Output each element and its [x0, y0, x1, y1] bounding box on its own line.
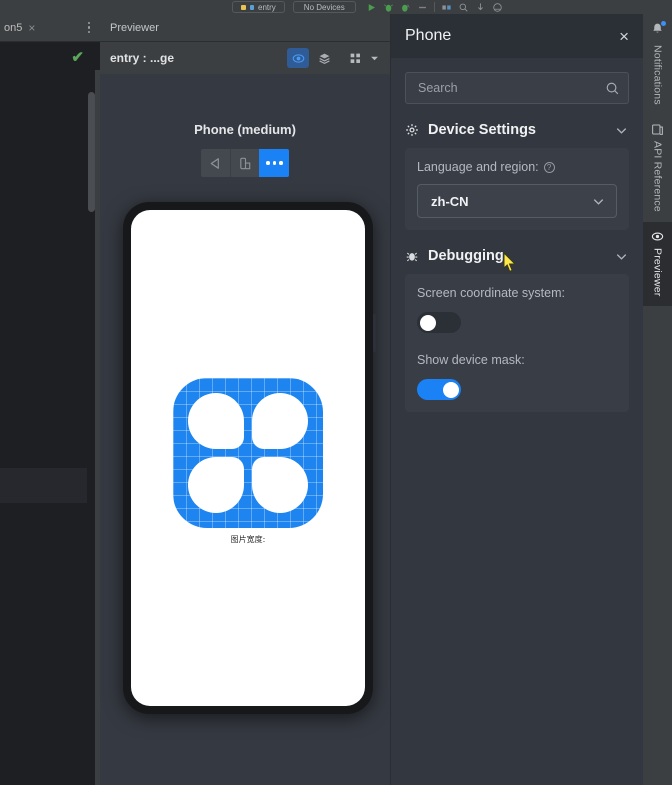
- editor-tab-strip: on5 ×: [0, 14, 100, 42]
- device-toolbar: [201, 149, 289, 177]
- bug-icon: [405, 249, 419, 263]
- toggle-knob: [443, 382, 459, 398]
- search-icon[interactable]: [605, 81, 620, 96]
- layers-icon[interactable]: [313, 48, 335, 68]
- mouse-cursor: [503, 252, 519, 274]
- editor-highlighted-row: [0, 468, 87, 503]
- right-toolstrip: Notifications API Reference Previewer: [643, 14, 672, 785]
- stop-icon[interactable]: [417, 2, 428, 13]
- show-device-mask-toggle[interactable]: [417, 379, 461, 400]
- device-settings-body: Language and region: ? zh-CN: [405, 148, 629, 230]
- app-launcher-icon: [173, 378, 323, 528]
- toggle-knob: [420, 315, 436, 331]
- kebab-dot: [88, 22, 91, 25]
- toolstrip-item-previewer[interactable]: Previewer: [643, 222, 672, 306]
- toolstrip-label: Notifications: [652, 45, 664, 105]
- previewer-panel: Previewer entry : ...ge: [100, 14, 643, 785]
- subtoolbar-actions: [287, 48, 380, 68]
- grid-layout-icon[interactable]: [349, 52, 362, 65]
- toolstrip-item-notifications[interactable]: Notifications: [643, 14, 672, 115]
- search-input[interactable]: [418, 81, 605, 95]
- book-icon: [651, 123, 664, 136]
- toolstrip-item-api-reference[interactable]: API Reference: [643, 115, 672, 222]
- rotate-left-icon[interactable]: [201, 149, 230, 177]
- section-title: Device Settings: [428, 122, 605, 138]
- spacer: [417, 333, 617, 353]
- eye-preview-icon[interactable]: [287, 48, 309, 68]
- language-region-label: Language and region: ?: [417, 160, 617, 174]
- editor-scrollbar[interactable]: [88, 92, 95, 212]
- icon-petal: [252, 393, 308, 449]
- editor-column: on5 × ✔: [0, 14, 100, 785]
- chevron-down-icon[interactable]: [614, 249, 629, 264]
- ellipsis-dots: [266, 161, 283, 165]
- previewer-window: entry No Devices A on5 ×: [0, 0, 672, 785]
- layout-mode-selector[interactable]: [349, 52, 380, 65]
- profile-icon[interactable]: A: [400, 2, 411, 13]
- device-selector-label: No Devices: [304, 3, 345, 12]
- run-configuration-selector[interactable]: entry: [232, 1, 285, 13]
- inspector-header: Phone ×: [391, 14, 643, 58]
- chevron-down-icon[interactable]: [591, 194, 606, 209]
- toolstrip-label: API Reference: [652, 141, 664, 212]
- search-field[interactable]: [405, 72, 629, 104]
- language-region-select[interactable]: zh-CN: [417, 184, 617, 218]
- debugging-body: Screen coordinate system: Show device ma…: [405, 274, 629, 412]
- sync-icon[interactable]: [475, 2, 486, 13]
- device-mockup[interactable]: 图片宽度:: [123, 202, 373, 714]
- fold-device-icon[interactable]: [230, 149, 260, 177]
- gear-icon: [405, 123, 419, 137]
- config-icon-2: [250, 5, 254, 10]
- editor-body[interactable]: ✔: [0, 42, 100, 785]
- chevron-down-icon[interactable]: [369, 53, 380, 64]
- screen-coordinate-label: Screen coordinate system:: [417, 286, 617, 300]
- kebab-dot: [88, 26, 91, 29]
- eye-icon: [651, 230, 664, 243]
- editor-options-icon[interactable]: [84, 20, 95, 36]
- language-region-text: Language and region:: [417, 160, 539, 174]
- toolbar-left-spacer: [0, 0, 232, 14]
- editor-tab-label: on5: [4, 22, 22, 34]
- device-inspector-panel: Phone × Device Settings Language and reg…: [390, 14, 643, 785]
- svg-text:A: A: [406, 3, 410, 9]
- device-screen[interactable]: 图片宽度:: [131, 210, 365, 706]
- image-width-caption: 图片宽度:: [131, 534, 365, 545]
- editor-tab[interactable]: on5 ×: [0, 22, 35, 34]
- section-header-device-settings[interactable]: Device Settings: [405, 122, 629, 138]
- close-icon[interactable]: ×: [619, 28, 629, 45]
- icon-petal: [188, 457, 244, 513]
- notification-badge: [661, 21, 666, 26]
- close-icon[interactable]: ×: [28, 22, 35, 34]
- device-name-label: Phone (medium): [100, 122, 390, 137]
- search-icon[interactable]: [458, 2, 469, 13]
- bell-icon: [651, 22, 664, 40]
- ide-toolbar-icons: A: [366, 2, 503, 13]
- previewer-subtoolbar: entry : ...ge: [100, 42, 390, 74]
- chevron-down-icon[interactable]: [614, 123, 629, 138]
- ide-top-toolbar: entry No Devices A: [0, 0, 672, 14]
- inspector-title: Phone: [405, 27, 619, 45]
- icon-petal: [252, 457, 308, 513]
- toolbar-divider: [434, 2, 435, 12]
- screen-coordinate-toggle[interactable]: [417, 312, 461, 333]
- account-icon[interactable]: [492, 2, 503, 13]
- green-check-icon: ✔: [71, 50, 84, 65]
- language-region-value: zh-CN: [431, 194, 591, 209]
- run-icon[interactable]: [366, 2, 377, 13]
- toolstrip-label: Previewer: [652, 248, 664, 296]
- device-manager-icon[interactable]: [441, 2, 452, 13]
- inspector-body: Device Settings Language and region: ? z…: [391, 58, 643, 426]
- debug-icon[interactable]: [383, 2, 394, 13]
- help-circle-icon[interactable]: ?: [544, 162, 555, 173]
- icon-petal: [188, 393, 244, 449]
- run-config-label: entry: [258, 3, 276, 12]
- entry-breadcrumb[interactable]: entry : ...ge: [110, 51, 174, 65]
- preview-canvas: Phone (medium): [100, 74, 390, 785]
- config-icon: [241, 5, 246, 10]
- show-device-mask-label: Show device mask:: [417, 353, 617, 367]
- device-selector[interactable]: No Devices: [293, 1, 356, 13]
- kebab-dot: [88, 31, 91, 34]
- more-options-icon[interactable]: [259, 149, 289, 177]
